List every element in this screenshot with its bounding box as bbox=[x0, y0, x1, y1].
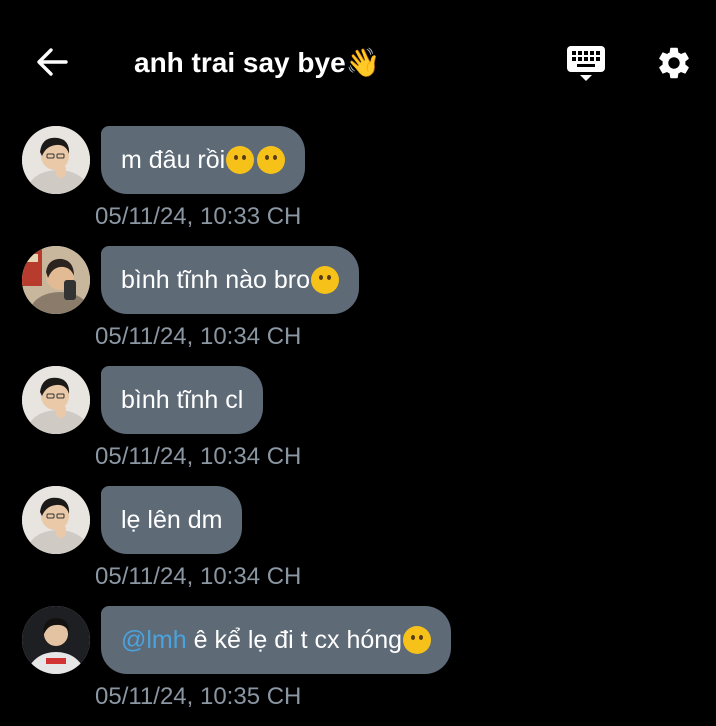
message-text: bình tĩnh cl bbox=[121, 385, 244, 414]
message-item: @lmh ê kể lẹ đi t cx hóng 05/11/24, 10:3… bbox=[0, 606, 716, 726]
message-text: ê kể lẹ đi t cx hóng bbox=[186, 625, 403, 654]
face-holding-back-tears-emoji bbox=[257, 146, 286, 174]
message-text: m đâu rồi bbox=[121, 145, 226, 174]
back-button[interactable] bbox=[30, 40, 74, 84]
avatar[interactable] bbox=[22, 606, 90, 674]
loudly-crying-face-emoji bbox=[226, 146, 255, 174]
message-item: lẹ lên dm 05/11/24, 10:34 CH bbox=[0, 486, 716, 606]
message-bubble[interactable]: bình tĩnh cl bbox=[101, 366, 264, 434]
message-item: bình tĩnh nào bro 05/11/24, 10:34 CH bbox=[0, 246, 716, 366]
message-list: m đâu rồi 05/11/24, 10:33 CH bình tĩnh n… bbox=[0, 126, 716, 726]
avatar[interactable] bbox=[22, 486, 90, 554]
settings-button[interactable] bbox=[650, 40, 698, 86]
chat-header: anh trai say bye👋 bbox=[0, 0, 716, 126]
message-text: bình tĩnh nào bro bbox=[121, 265, 311, 294]
gear-icon bbox=[659, 47, 689, 79]
avatar[interactable] bbox=[22, 126, 90, 194]
message-text: lẹ lên dm bbox=[121, 505, 223, 534]
avatar[interactable] bbox=[22, 246, 90, 314]
keyboard-icon bbox=[567, 46, 605, 81]
keyboard-button[interactable] bbox=[560, 40, 612, 86]
message-item: bình tĩnh cl 05/11/24, 10:34 CH bbox=[0, 366, 716, 486]
star-struck-emoji bbox=[403, 626, 432, 654]
message-timestamp: 05/11/24, 10:34 CH bbox=[95, 323, 302, 350]
message-bubble[interactable]: m đâu rồi bbox=[101, 126, 306, 194]
message-bubble[interactable]: @lmh ê kể lẹ đi t cx hóng bbox=[101, 606, 452, 674]
back-arrow-icon bbox=[37, 48, 68, 76]
chat-title: anh trai say bye👋 bbox=[134, 47, 381, 78]
message-bubble[interactable]: bình tĩnh nào bro bbox=[101, 246, 360, 314]
message-item: m đâu rồi 05/11/24, 10:33 CH bbox=[0, 126, 716, 246]
message-timestamp: 05/11/24, 10:33 CH bbox=[95, 203, 302, 230]
avatar[interactable] bbox=[22, 366, 90, 434]
message-timestamp: 05/11/24, 10:34 CH bbox=[95, 443, 302, 470]
smiling-face-emoji bbox=[311, 266, 340, 294]
message-timestamp: 05/11/24, 10:34 CH bbox=[95, 563, 302, 590]
user-mention[interactable]: @lmh bbox=[121, 626, 187, 655]
message-timestamp: 05/11/24, 10:35 CH bbox=[95, 683, 302, 710]
message-bubble[interactable]: lẹ lên dm bbox=[101, 486, 243, 554]
